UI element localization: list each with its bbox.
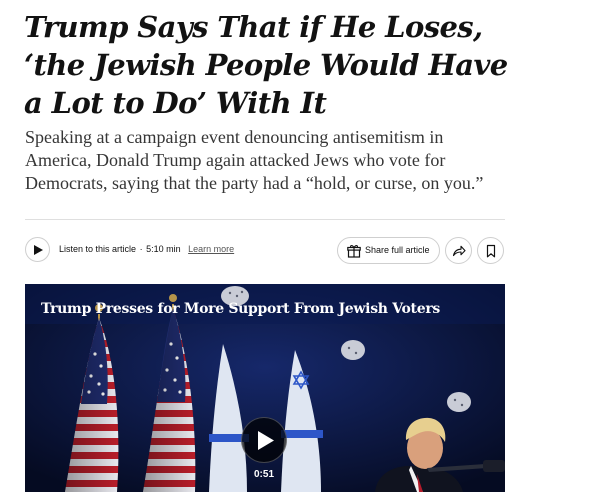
gift-icon (347, 245, 361, 258)
video-play-button[interactable] (241, 417, 287, 463)
separator: · (139, 244, 143, 254)
listen-play-button[interactable] (25, 237, 50, 262)
share-full-article-button[interactable]: Share full article (337, 237, 440, 264)
play-icon (34, 245, 43, 255)
share-label: Share full article (365, 245, 430, 255)
bookmark-icon (486, 244, 496, 258)
save-button[interactable] (477, 237, 504, 264)
video-title: Trump Presses for More Support From Jewi… (41, 301, 440, 317)
listen-label: Listen to this article (59, 244, 137, 254)
headline: Trump Says That if He Loses, ‘the Jewish… (24, 10, 508, 120)
article-summary: Speaking at a campaign event denouncing … (25, 127, 484, 193)
play-icon (258, 431, 274, 450)
divider (25, 219, 505, 220)
listen-info: Listen to this article · 5:10 min Learn … (59, 244, 234, 254)
forward-arrow-icon (452, 245, 466, 257)
listen-duration: 5:10 min (146, 244, 181, 254)
learn-more-link[interactable]: Learn more (188, 244, 234, 254)
video-player[interactable]: Trump Presses for More Support From Jewi… (25, 284, 505, 492)
forward-button[interactable] (445, 237, 472, 264)
video-duration: 0:51 (254, 469, 275, 480)
